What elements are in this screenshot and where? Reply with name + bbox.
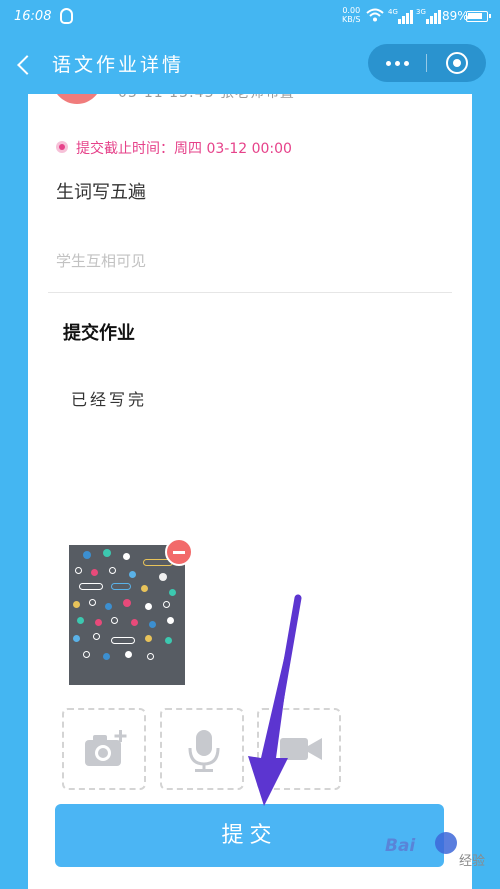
wifi-icon: [366, 8, 384, 22]
answer-text-input[interactable]: 已经写完: [71, 386, 147, 410]
status-bar: 16:08 0.00 KB/S 4G 3G 89%: [0, 0, 500, 36]
microphone-icon: [188, 730, 220, 772]
more-button[interactable]: [368, 44, 427, 82]
battery-percent: 89%: [442, 9, 469, 23]
submit-section-title: 提交作业: [63, 323, 135, 344]
baidu-paw-icon: [435, 832, 457, 854]
add-photo-button[interactable]: [62, 708, 146, 790]
deadline-text: 提交截止时间：周四 03-12 00:00: [76, 141, 292, 157]
network-speed: 0.00 KB/S: [342, 6, 361, 24]
assignment-content: 生词写五遍: [56, 182, 146, 203]
network-speed-value: 0.00: [342, 6, 361, 15]
deadline-dot-icon: [56, 141, 68, 153]
uploaded-image-thumbnail[interactable]: [69, 545, 185, 685]
signal-4g-icon: 4G: [388, 8, 416, 24]
record-audio-button[interactable]: [160, 708, 244, 790]
close-mini-program-button[interactable]: [427, 44, 486, 82]
page-title: 语文作业详情: [52, 54, 185, 76]
divider: [48, 292, 452, 293]
qq-icon: [60, 8, 73, 24]
homework-meta: 03-11 13:43 张老师布置: [118, 94, 295, 102]
back-button[interactable]: [12, 50, 40, 78]
status-time: 16:08: [14, 9, 52, 24]
record-video-button[interactable]: [257, 708, 341, 790]
baidu-watermark: Bai 经验: [385, 830, 495, 880]
signal-3g-icon: 3G: [416, 8, 444, 24]
camera-icon: [85, 730, 127, 766]
network-speed-unit: KB/S: [342, 15, 361, 24]
homework-card: 03-11 13:43 张老师布置 提交截止时间：周四 03-12 00:00 …: [28, 94, 472, 889]
signal-3g-label: 3G: [416, 8, 426, 16]
watermark-sub: 经验: [459, 854, 486, 869]
avatar: [52, 94, 102, 104]
nav-bar: 语文作业详情: [0, 36, 500, 94]
signal-4g-label: 4G: [388, 8, 398, 16]
visibility-note: 学生互相可见: [56, 252, 147, 270]
watermark-text: Bai: [385, 836, 416, 856]
mini-program-capsule: [368, 44, 486, 82]
remove-image-button[interactable]: [165, 538, 193, 566]
battery-icon: [466, 11, 491, 22]
video-camera-icon: [280, 738, 322, 760]
